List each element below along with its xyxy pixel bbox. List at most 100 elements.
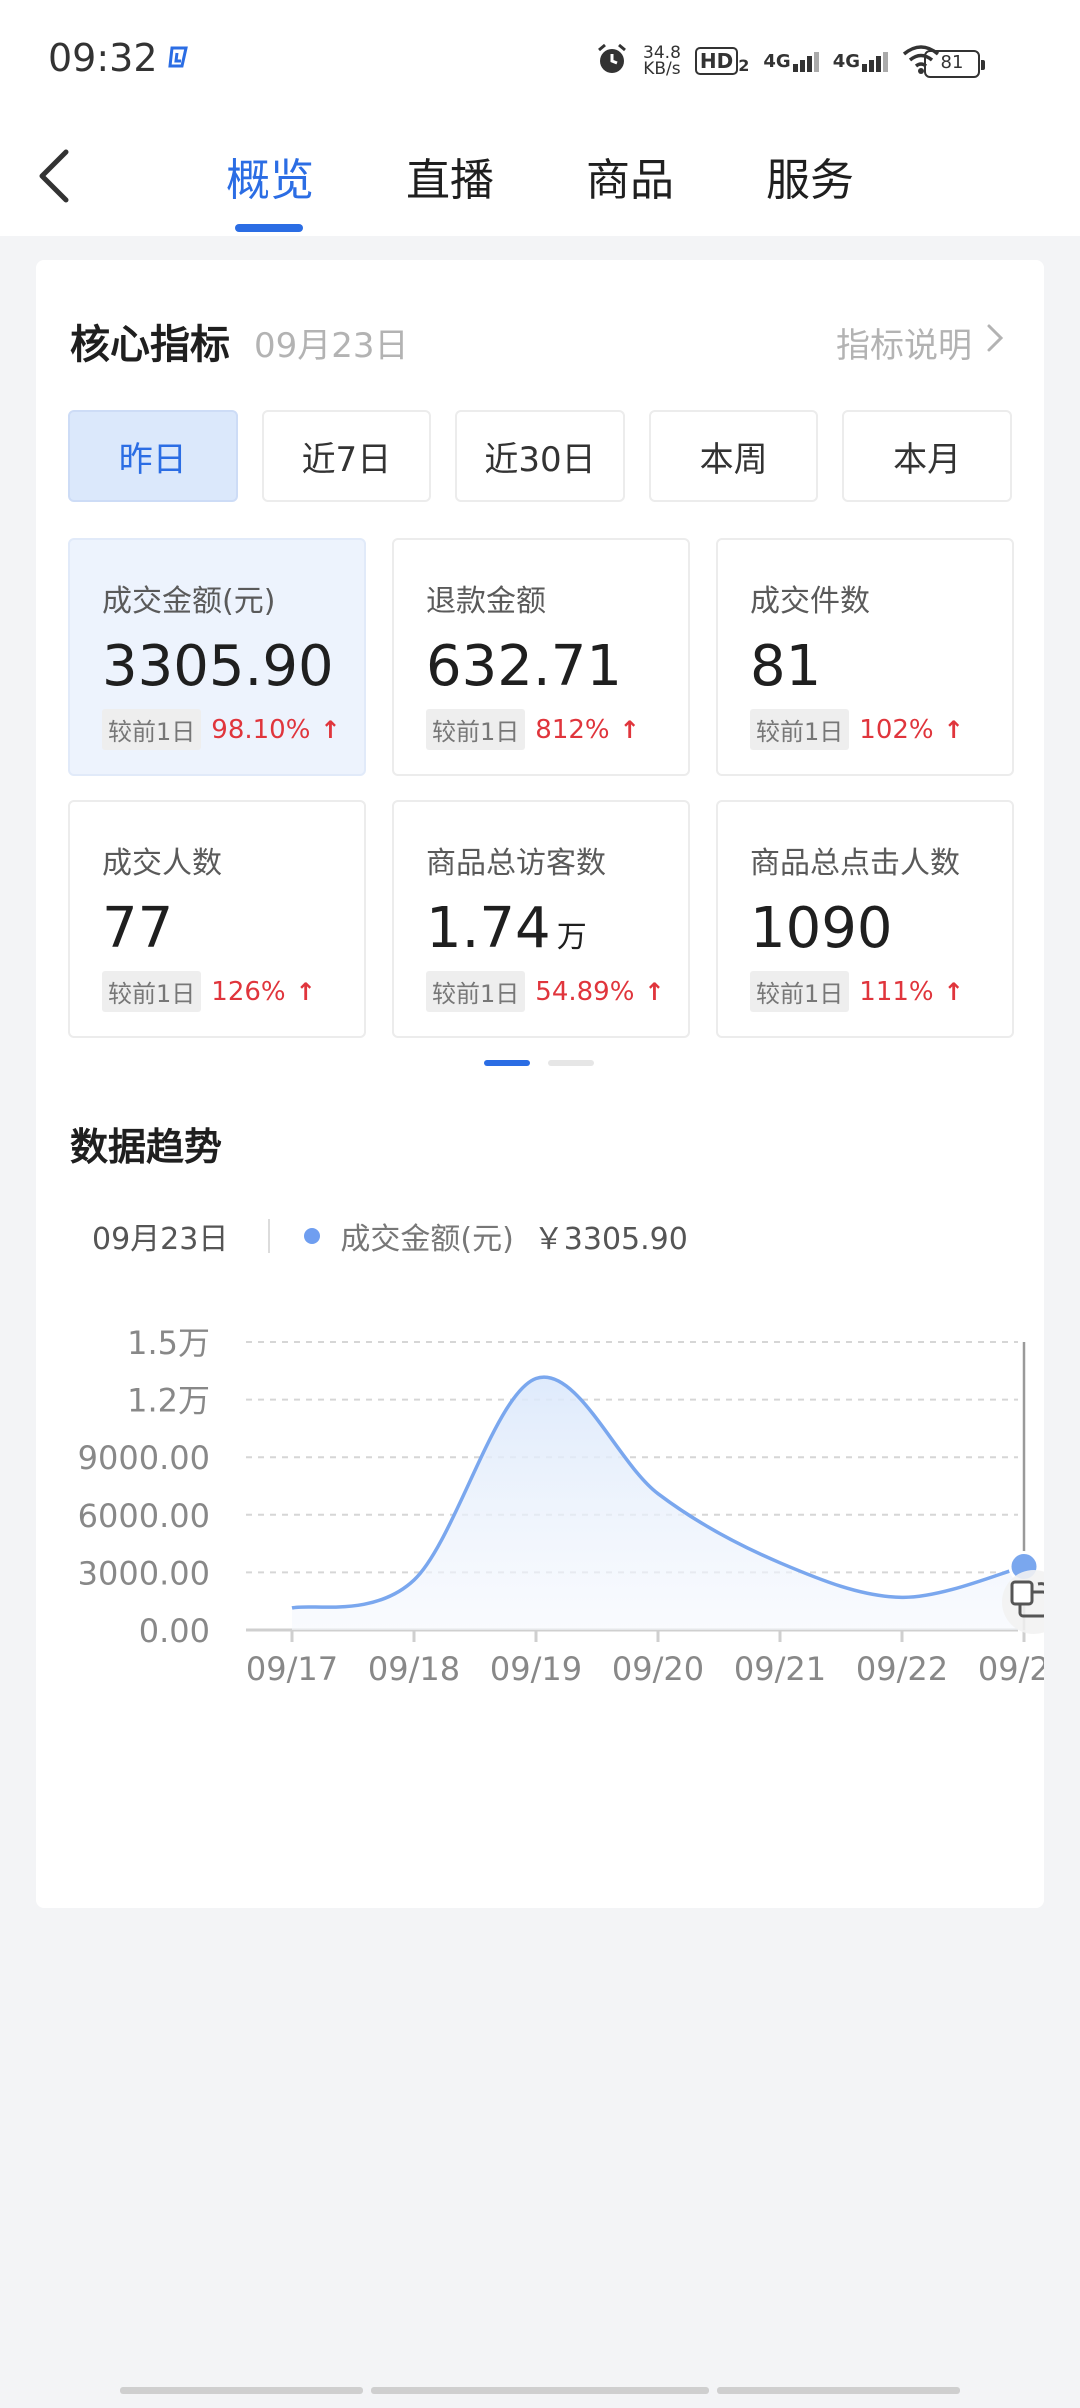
y-tick-label: 9000.00 bbox=[78, 1439, 210, 1477]
arrow-up-icon: ↑ bbox=[619, 715, 640, 744]
y-tick-label: 1.2万 bbox=[127, 1382, 210, 1420]
arrow-up-icon: ↑ bbox=[320, 715, 341, 744]
metric-card-clicks[interactable]: 商品总点击人数 1090 较前1日 111% ↑ bbox=[716, 800, 1014, 1038]
metric-value: 81 bbox=[750, 634, 1012, 699]
battery-icon: 81 bbox=[924, 50, 985, 78]
trend-legend: 09月23日 成交金额(元) ￥3305.90 bbox=[92, 1214, 688, 1258]
metric-value: 77 bbox=[102, 896, 364, 961]
x-tick-label: 09/17 bbox=[246, 1650, 338, 1688]
metric-label: 商品总访客数 bbox=[426, 846, 606, 881]
signal-icon: 4G bbox=[763, 50, 819, 72]
legend-series-name: 成交金额(元) bbox=[340, 1222, 514, 1257]
arrow-up-icon: ↑ bbox=[295, 977, 316, 1006]
overview-card: 核心指标 09月23日 指标说明 昨日 近7日 近30日 本周 本月 成交金额(… bbox=[36, 260, 1044, 1908]
tab-live[interactable]: 直播 bbox=[406, 144, 494, 208]
metric-value: 1.74 万 bbox=[426, 896, 688, 961]
y-tick-label: 0.00 bbox=[139, 1612, 210, 1650]
arrow-up-icon: ↑ bbox=[943, 977, 964, 1006]
x-tick-label: 09/19 bbox=[490, 1650, 582, 1688]
metric-compare: 较前1日 812% ↑ bbox=[426, 709, 688, 750]
x-tick-label: 09/21 bbox=[734, 1650, 826, 1688]
compare-value: 102% bbox=[859, 714, 934, 745]
range-yesterday[interactable]: 昨日 bbox=[68, 410, 238, 502]
metric-value: 3305.90 bbox=[102, 634, 364, 699]
metric-value: 1090 bbox=[750, 896, 1012, 961]
top-nav: 概览 直播 商品 服务 bbox=[0, 120, 1080, 236]
compare-label: 较前1日 bbox=[426, 709, 526, 750]
core-metrics-date: 09月23日 bbox=[254, 326, 409, 366]
arrow-up-icon: ↑ bbox=[943, 715, 964, 744]
hd-label: HD bbox=[694, 47, 739, 75]
area-fill bbox=[292, 1377, 1024, 1630]
compare-value: 812% bbox=[535, 714, 610, 745]
page-dot bbox=[548, 1060, 594, 1066]
compare-label: 较前1日 bbox=[102, 971, 202, 1012]
compare-label: 较前1日 bbox=[750, 971, 850, 1012]
metric-card-refund[interactable]: 退款金额 632.71 较前1日 812% ↑ bbox=[392, 538, 690, 776]
range-last-30-days[interactable]: 近30日 bbox=[455, 410, 625, 502]
metrics-explanation-label: 指标说明 bbox=[836, 326, 972, 366]
metric-card-buyers[interactable]: 成交人数 77 较前1日 126% ↑ bbox=[68, 800, 366, 1038]
metric-compare: 较前1日 126% ↑ bbox=[102, 971, 364, 1012]
y-tick-label: 3000.00 bbox=[78, 1554, 210, 1592]
date-range-selector: 昨日 近7日 近30日 本周 本月 bbox=[68, 410, 1012, 502]
hd-icon: HD 2 bbox=[694, 47, 750, 75]
tab-overview[interactable]: 概览 bbox=[226, 144, 314, 208]
metric-card-visitors[interactable]: 商品总访客数 1.74 万 较前1日 54.89% ↑ bbox=[392, 800, 690, 1038]
compare-label: 较前1日 bbox=[102, 709, 202, 750]
metric-compare: 较前1日 102% ↑ bbox=[750, 709, 1012, 750]
legend-date: 09月23日 bbox=[92, 1222, 229, 1257]
metric-compare: 较前1日 54.89% ↑ bbox=[426, 971, 688, 1012]
compare-value: 111% bbox=[859, 976, 934, 1007]
x-tick-label: 09/22 bbox=[856, 1650, 948, 1688]
legend-dot bbox=[304, 1228, 321, 1244]
metric-compare: 较前1日 111% ↑ bbox=[750, 971, 1012, 1012]
metrics-grid: 成交金额(元) 3305.90 较前1日 98.10% ↑ 退款金额 632.7… bbox=[68, 538, 1016, 1038]
status-time: 09:32 bbox=[48, 36, 158, 80]
compare-label: 较前1日 bbox=[750, 709, 850, 750]
metric-label: 成交金额(元) bbox=[102, 584, 276, 619]
net-speed: 34.8 KB/s bbox=[643, 45, 681, 79]
metric-label: 退款金额 bbox=[426, 584, 546, 619]
x-tick-label: 09/18 bbox=[368, 1650, 460, 1688]
metric-card-items-sold[interactable]: 成交件数 81 较前1日 102% ↑ bbox=[716, 538, 1014, 776]
trend-title: 数据趋势 bbox=[70, 1125, 223, 1169]
metric-label: 商品总点击人数 bbox=[750, 846, 960, 881]
status-bar: 09:32 34.8 KB/s HD 2 4G 4G 81 bbox=[0, 0, 1080, 120]
compare-value: 54.89% bbox=[535, 976, 635, 1007]
range-last-7-days[interactable]: 近7日 bbox=[261, 410, 432, 502]
app-notification-icon bbox=[166, 44, 192, 70]
arrow-up-icon: ↑ bbox=[644, 977, 665, 1006]
y-tick-label: 6000.00 bbox=[78, 1497, 210, 1535]
tab-products[interactable]: 商品 bbox=[586, 144, 674, 208]
metric-number: 3305.90 bbox=[102, 634, 334, 699]
hd-sub: 2 bbox=[738, 56, 750, 75]
range-this-week[interactable]: 本周 bbox=[648, 410, 819, 502]
gesture-bar bbox=[120, 2387, 960, 2394]
legend-divider bbox=[268, 1219, 271, 1253]
metric-compare: 较前1日 98.10% ↑ bbox=[102, 709, 364, 750]
net-speed-unit: KB/s bbox=[643, 59, 681, 79]
signal-label-2: 4G bbox=[832, 50, 860, 72]
metrics-explanation-link[interactable]: 指标说明 bbox=[836, 318, 1004, 367]
metric-number: 81 bbox=[750, 634, 822, 699]
alarm-icon bbox=[595, 42, 629, 80]
metric-number: 1090 bbox=[750, 896, 893, 961]
metric-card-gmv[interactable]: 成交金额(元) 3305.90 较前1日 98.10% ↑ bbox=[68, 538, 366, 776]
core-metrics-title: 核心指标 bbox=[70, 322, 230, 368]
metric-number: 77 bbox=[102, 896, 174, 961]
range-this-month[interactable]: 本月 bbox=[842, 410, 1012, 502]
signal-label: 4G bbox=[763, 50, 791, 72]
tab-bar: 概览 直播 商品 服务 bbox=[0, 120, 1080, 236]
trend-chart[interactable]: 0.00 3000.00 6000.00 9000.00 1.2万 1.5万 09/17 09… bbox=[36, 1280, 1044, 1880]
y-tick-label: 1.5万 bbox=[127, 1324, 210, 1362]
compare-value: 98.10% bbox=[211, 714, 311, 745]
tab-service[interactable]: 服务 bbox=[766, 144, 854, 208]
signal-icon-2: 4G bbox=[833, 51, 888, 72]
compare-value: 126% bbox=[211, 976, 286, 1007]
metric-label: 成交人数 bbox=[102, 846, 222, 881]
metric-number: 1.74 bbox=[426, 896, 551, 961]
x-tick-label: 09/23 bbox=[978, 1650, 1044, 1688]
metric-unit: 万 bbox=[556, 920, 587, 955]
x-tick-label: 09/20 bbox=[612, 1650, 704, 1688]
